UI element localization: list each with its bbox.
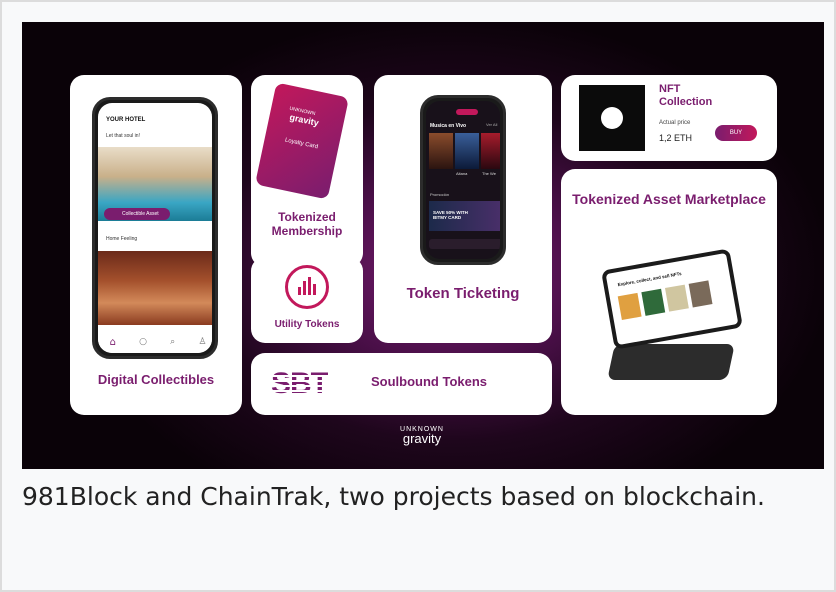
utility-tokens-title: Utility Tokens [274,319,340,330]
unknown-gravity-logo: UNKNOWN gravity [400,426,444,446]
ticketing-phone-screen: Musica en Vivo Ver All Aitana The We Pro… [426,101,500,259]
nft-price-label: Actual price [659,120,691,126]
tablet-mockup: Explore, collect, and sell NFTs [601,248,743,350]
ticketing-phone-mockup: Musica en Vivo Ver All Aitana The We Pro… [420,95,506,265]
card-nft-collection: NFT Collection Actual price 1,2 ETH BUY [561,75,777,161]
home-icon[interactable]: ⌂ [110,337,116,348]
card-marketplace: Tokenized Asset Marketplace Explore, col… [561,169,777,415]
tablet-screen: Explore, collect, and sell NFTs [605,252,739,346]
collectible-asset-badge: Collectible Asset [104,208,170,220]
hero-image: YOUR HOTEL Let that soul in! Collectible… [22,22,824,469]
nft-collection-title: NFT Collection [659,83,713,108]
card-digital-collectibles: YOUR HOTEL Let that soul in! Collectible… [70,75,242,415]
loyalty-card-text: Loyalty Card [284,137,319,151]
tablet-stand [607,344,735,380]
user-icon[interactable]: ♙ [198,337,206,347]
page-frame: YOUR HOTEL Let that soul in! Collectible… [0,0,836,592]
hotel-bottom-nav: ⌂ ○ ⌕ ♙ [98,325,212,353]
nft-tile[interactable] [664,284,689,312]
buy-button[interactable]: BUY [715,125,757,141]
tokenized-membership-title: Tokenized Membership [271,210,343,238]
digital-collectibles-title: Digital Collectibles [97,372,215,387]
event-name: The We [482,171,496,176]
card-token-ticketing: Musica en Vivo Ver All Aitana The We Pro… [374,75,552,343]
event-thumb[interactable] [429,133,453,169]
promo-banner[interactable]: SAVE 50% WITH BITMY CARD [429,201,500,231]
nft-tile[interactable] [641,288,666,316]
hotel-lounge-photo [98,251,212,325]
search-icon[interactable]: ⌕ [170,337,175,347]
token-ticketing-title: Token Ticketing [406,285,520,302]
ticketing-see-all-link[interactable]: Ver All [486,122,497,128]
marketplace-title: Tokenized Asset Marketplace [572,191,766,207]
nft-price-value: 1,2 ETH [659,133,693,143]
ticketing-bottom-nav [429,239,500,249]
nft-thumbnail [579,85,645,151]
nft-tile[interactable] [617,292,642,321]
event-thumb[interactable] [455,133,479,169]
card-soulbound-tokens: SBT Soulbound Tokens [251,353,552,415]
card-utility-tokens: Utility Tokens [251,257,363,343]
hotel-row-label: Home Feeling [106,236,138,242]
promo-label: Promoción [430,192,450,197]
hotel-app-header: YOUR HOTEL [106,117,146,123]
soulbound-tokens-title: Soulbound Tokens [371,374,488,389]
hotel-app-subtitle: Let that soul in! [106,133,140,139]
equalizer-icon [285,265,329,309]
ticketing-section-title: Musica en Vivo [430,123,467,129]
image-caption: 981Block and ChainTrak, two projects bas… [22,482,765,511]
card-tokenized-membership: UNKNOWN gravity Loyalty Card Tokenized M… [251,75,363,267]
nft-tile[interactable] [688,280,713,308]
event-thumb[interactable] [481,133,500,169]
chat-icon[interactable]: ○ [139,337,147,347]
hotel-phone-screen: YOUR HOTEL Let that soul in! Collectible… [98,103,212,353]
event-name: Aitana [456,171,468,176]
hotel-phone-mockup: YOUR HOTEL Let that soul in! Collectible… [92,97,218,359]
sbt-badge: SBT [271,367,329,400]
loyalty-card-graphic: UNKNOWN gravity Loyalty Card [254,82,350,200]
